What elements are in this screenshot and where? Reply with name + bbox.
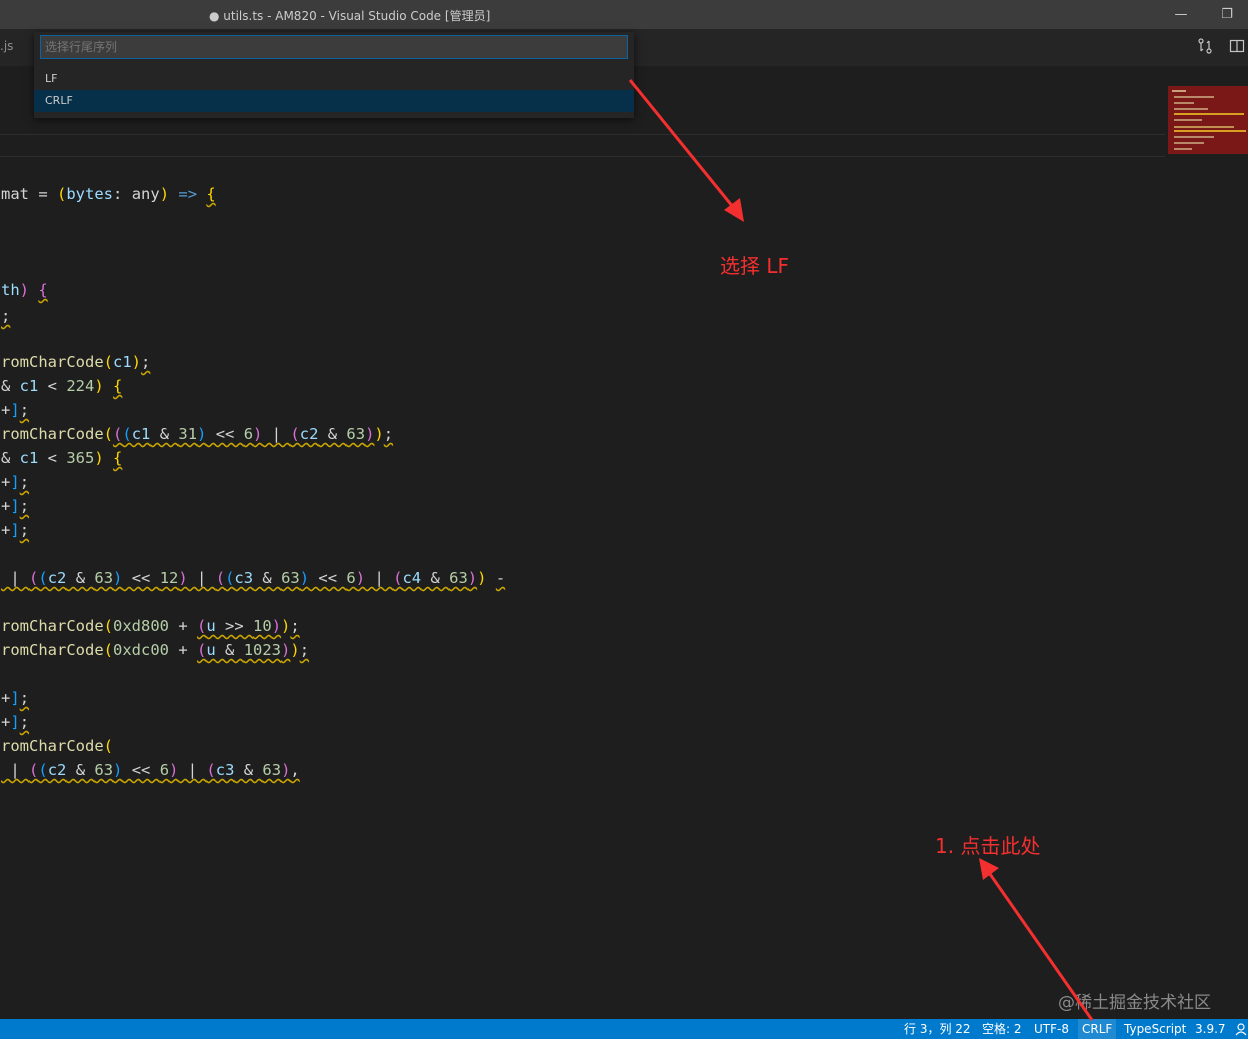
split-editor-icon[interactable] — [1229, 38, 1245, 54]
status-cursor-position[interactable]: 行 3，列 22 — [904, 1019, 971, 1039]
quick-pick-item-lf[interactable]: LF — [34, 68, 634, 90]
code-line: romCharCode(0xdc00 + (u & 1023)); — [1, 641, 310, 659]
status-eol[interactable]: CRLF — [1078, 1019, 1117, 1039]
code-line: +]; — [1, 497, 30, 515]
code-line: romCharCode(((c1 & 31) << 6) | (c2 & 63)… — [1, 425, 394, 443]
code-line: +]; — [1, 473, 30, 491]
code-line: | ((c2 & 63) << 6) | (c3 & 63), — [1, 761, 300, 779]
arrow-line — [628, 79, 735, 208]
title-bar: ● utils.ts - AM820 - Visual Studio Code … — [0, 0, 1248, 29]
annotation-select-lf: 选择 LF — [720, 254, 790, 278]
window-title: ● utils.ts - AM820 - Visual Studio Code … — [209, 9, 491, 23]
code-line: romCharCode(c1); — [1, 353, 151, 371]
quick-pick-item-label: LF — [45, 72, 58, 85]
arrowhead — [979, 858, 999, 880]
code-line: +]; — [1, 521, 30, 539]
minimize-button[interactable]: — — [1158, 0, 1204, 29]
editor-divider — [0, 156, 1165, 157]
annotation-click-here: 1. 点击此处 — [935, 834, 1041, 858]
code-line: ; — [1, 307, 11, 325]
watermark: @稀土掘金技术社区 — [1058, 993, 1211, 1013]
status-bar: 行 3，列 22 空格: 2 UTF-8 CRLF TypeScript 3.9… — [0, 1019, 1248, 1039]
code-line: romCharCode(0xd800 + (u >> 10)); — [1, 617, 300, 635]
code-line: mat = (bytes: any) => { — [1, 185, 216, 203]
status-language[interactable]: TypeScript — [1124, 1019, 1186, 1039]
code-editor[interactable]: mat = (bytes: any) => { th) { ; romCharC… — [0, 0, 505, 779]
minimap[interactable] — [1168, 86, 1248, 154]
code-line: +]; — [1, 689, 30, 707]
quick-pick-item-crlf[interactable]: CRLF — [34, 90, 634, 112]
arrowhead — [724, 198, 744, 222]
code-line: & c1 < 365) { — [1, 449, 123, 467]
feedback-icon[interactable] — [1234, 1022, 1248, 1036]
quick-pick-input[interactable] — [40, 35, 628, 59]
restore-button[interactable]: ❐ — [1204, 0, 1248, 29]
editor-divider — [0, 134, 1165, 135]
status-ts-version[interactable]: 3.9.7 — [1195, 1019, 1226, 1039]
code-line: & c1 < 224) { — [1, 377, 123, 395]
status-encoding[interactable]: UTF-8 — [1034, 1019, 1069, 1039]
status-indentation[interactable]: 空格: 2 — [982, 1019, 1022, 1039]
code-line: th) { — [1, 281, 48, 299]
code-line: +]; — [1, 401, 30, 419]
quick-pick-item-label: CRLF — [45, 94, 73, 107]
compare-changes-icon[interactable] — [1197, 38, 1213, 54]
code-line: +]; — [1, 713, 30, 731]
code-line: romCharCode( — [1, 737, 113, 755]
code-line: | ((c2 & 63) << 12) | ((c3 & 63) << 6) |… — [1, 569, 506, 587]
eol-quick-pick: LF CRLF — [34, 32, 634, 118]
